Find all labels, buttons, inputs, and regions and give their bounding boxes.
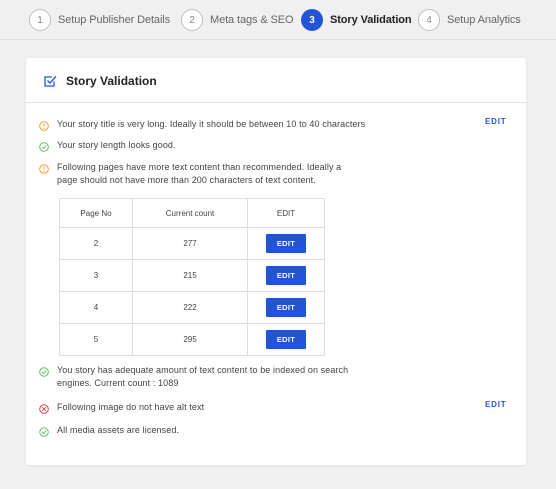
warning-icon bbox=[39, 164, 49, 174]
validation-text-line: Following pages have more text content t… bbox=[57, 162, 342, 172]
column-header-edit: EDIT bbox=[247, 198, 325, 228]
validation-text-line: You story has adequate amount of text co… bbox=[57, 365, 349, 375]
edit-cell: EDIT bbox=[247, 323, 325, 356]
step-number: 1 bbox=[29, 9, 51, 31]
page-number-cell: 3 bbox=[59, 259, 133, 292]
setup-stepper: 1 Setup Publisher Details 2 Meta tags & … bbox=[0, 0, 556, 40]
edit-cell: EDIT bbox=[247, 227, 325, 260]
table-row: 3 215 EDIT bbox=[59, 259, 325, 292]
validation-item-image-alt-text: Following image do not have alt text bbox=[39, 401, 204, 414]
edit-page-button[interactable]: EDIT bbox=[266, 298, 306, 317]
story-validation-card: Story Validation Your story title is ver… bbox=[26, 58, 526, 465]
validation-text: Following pages have more text content t… bbox=[57, 161, 341, 187]
page-number-cell: 5 bbox=[59, 323, 133, 356]
step-number: 3 bbox=[301, 9, 323, 31]
step-label: Meta tags & SEO bbox=[210, 14, 294, 26]
validation-text: You story has adequate amount of text co… bbox=[57, 364, 348, 390]
page-number-cell: 4 bbox=[59, 291, 133, 324]
table-row: 5 295 EDIT bbox=[59, 323, 325, 356]
page-number-cell: 2 bbox=[59, 227, 133, 260]
validation-item-story-length: Your story length looks good. bbox=[39, 139, 176, 152]
validation-text: Following image do not have alt text bbox=[57, 402, 205, 412]
edit-cell: EDIT bbox=[247, 291, 325, 324]
step-label: Setup Analytics bbox=[447, 14, 521, 26]
edit-page-button[interactable]: EDIT bbox=[266, 266, 306, 285]
step-setup-analytics[interactable]: 4 Setup Analytics bbox=[418, 8, 521, 32]
check-icon bbox=[39, 367, 49, 377]
edit-title-link[interactable]: EDIT bbox=[485, 117, 506, 126]
pages-table: Page No Current count EDIT 2 277 EDIT 3 … bbox=[59, 198, 325, 356]
validation-item-title-length: Your story title is very long. Ideally i… bbox=[39, 118, 365, 131]
current-count-cell: 295 bbox=[132, 323, 248, 356]
column-header-page-no: Page No bbox=[59, 198, 133, 228]
card-title: Story Validation bbox=[66, 74, 157, 88]
edit-images-link[interactable]: EDIT bbox=[485, 400, 506, 409]
step-label: Setup Publisher Details bbox=[58, 14, 171, 26]
current-count-cell: 277 bbox=[132, 227, 248, 260]
edit-page-button[interactable]: EDIT bbox=[266, 234, 306, 253]
column-header-current-count: Current count bbox=[132, 198, 248, 228]
validation-text: All media assets are licensed. bbox=[57, 425, 180, 435]
table-row: 4 222 EDIT bbox=[59, 291, 325, 324]
current-count-cell: 215 bbox=[132, 259, 248, 292]
table-row: 2 277 EDIT bbox=[59, 227, 325, 260]
step-number: 4 bbox=[418, 9, 440, 31]
validation-item-media-licensed: All media assets are licensed. bbox=[39, 424, 179, 437]
step-setup-publisher-details[interactable]: 1 Setup Publisher Details bbox=[29, 8, 170, 32]
error-icon bbox=[39, 404, 49, 414]
step-meta-tags-seo[interactable]: 2 Meta tags & SEO bbox=[181, 8, 294, 32]
card-header: Story Validation bbox=[26, 58, 526, 103]
edit-cell: EDIT bbox=[247, 259, 325, 292]
validation-item-page-text-content: Following pages have more text content t… bbox=[39, 161, 341, 187]
check-icon bbox=[39, 427, 49, 437]
warning-icon bbox=[39, 121, 49, 131]
validation-item-indexable-content: You story has adequate amount of text co… bbox=[39, 364, 348, 390]
step-story-validation[interactable]: 3 Story Validation bbox=[301, 8, 412, 32]
current-count-cell: 222 bbox=[132, 291, 248, 324]
step-label: Story Validation bbox=[330, 14, 412, 26]
table-header-row: Page No Current count EDIT bbox=[59, 198, 325, 228]
step-number: 2 bbox=[181, 9, 203, 31]
validation-text-line: page should not have more than 200 chara… bbox=[57, 175, 316, 185]
edit-page-button[interactable]: EDIT bbox=[266, 330, 306, 349]
validation-text-line: engines. Current count : 1089 bbox=[57, 378, 179, 388]
checkbox-icon bbox=[44, 76, 57, 87]
validation-text: Your story title is very long. Ideally i… bbox=[57, 119, 366, 129]
check-icon bbox=[39, 142, 49, 152]
validation-text: Your story length looks good. bbox=[57, 140, 176, 150]
